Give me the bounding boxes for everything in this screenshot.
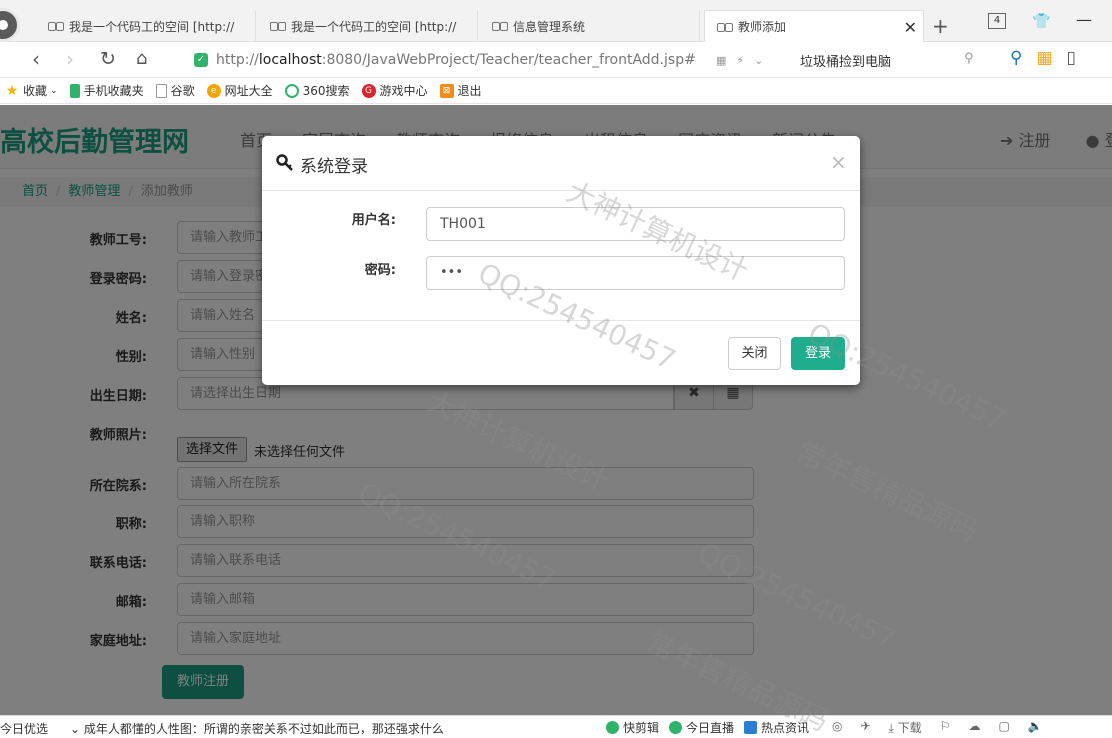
tab-title: 信息管理系统 — [513, 19, 586, 34]
search-icon[interactable]: ⚲ — [964, 51, 974, 66]
username-row: 用户名: TH001 — [262, 207, 860, 241]
secure-shield-icon: ✓ — [194, 53, 208, 67]
key-icon — [276, 154, 293, 171]
mobile-icon[interactable]: ▯ — [1067, 48, 1076, 68]
back-icon[interactable]: ‹ — [32, 48, 40, 70]
address-tools-icons[interactable]: ▦⚡⌄ — [716, 54, 773, 67]
tab-close-icon[interactable]: ✕ — [904, 18, 917, 37]
phone-icon — [69, 83, 80, 98]
status-hot-news[interactable]: 热点资讯 — [744, 719, 809, 736]
bookmark-exit[interactable]: ⊠ 退出 — [439, 82, 482, 99]
username-label: 用户名: — [351, 213, 396, 228]
tab-favicon-icon — [48, 21, 64, 31]
bookmark-favorites[interactable]: ★ 收藏 ⌄ — [5, 82, 58, 99]
skin-shirt-icon[interactable]: 👕 — [1032, 12, 1051, 30]
password-field[interactable]: ••• — [426, 256, 845, 290]
home-icon[interactable]: ⌂ — [136, 48, 147, 70]
bookmark-sites[interactable]: e 网址大全 — [206, 82, 273, 99]
pin-icon[interactable]: ✈ — [860, 719, 870, 736]
exit-icon: ⊠ — [439, 83, 454, 98]
password-row: 密码: ••• — [262, 256, 860, 290]
window-icon[interactable]: ▢ — [998, 719, 1009, 736]
browser-tab-3[interactable]: 信息管理系统 — [480, 10, 700, 42]
play-icon — [606, 721, 619, 734]
url-prefix: http:// — [216, 52, 259, 68]
today-pick[interactable]: 今日优选 — [0, 720, 48, 737]
username-input[interactable]: TH001 — [426, 207, 845, 241]
modal-title: 系统登录 — [300, 157, 368, 177]
bookmark-mobile[interactable]: 手机收藏夹 — [69, 82, 144, 99]
tab-count-badge[interactable]: 4 — [988, 13, 1006, 29]
browser-tab-bar: 我是一个代码工的空间 [http:// 我是一个代码工的空间 [http:// … — [0, 0, 1112, 42]
tab-favicon-icon — [492, 21, 508, 31]
globe-icon: e — [206, 83, 221, 98]
url-input[interactable]: ✓ http://localhost:8080/JavaWebProject/T… — [186, 48, 698, 72]
search-360-icon — [284, 83, 299, 98]
status-quick-edit[interactable]: 快剪辑 — [606, 719, 659, 736]
address-bar: ‹ › ↻ ⌂ ✓ http://localhost:8080/JavaWebP… — [0, 42, 1112, 78]
flag-icon[interactable]: ⚐ — [940, 719, 951, 736]
speed-icon[interactable]: ◎ — [832, 719, 842, 736]
minimize-icon[interactable]: — — [1076, 10, 1092, 29]
star-icon: ★ — [5, 82, 19, 99]
forward-icon[interactable]: › — [66, 48, 74, 70]
modal-header: 系统登录 × — [262, 136, 860, 191]
tab-favicon-icon — [717, 22, 733, 32]
tab-title: 教师添加 — [738, 20, 787, 34]
status-items: 快剪辑 今日直播 热点资讯 — [606, 719, 809, 736]
password-label: 密码: — [364, 263, 396, 278]
close-button[interactable]: 关闭 — [728, 337, 781, 370]
status-tools: ◎ ✈ ⤓ 下载 ⚐ ☁ ▢ 🔈 — [832, 719, 1043, 736]
bookmark-google[interactable]: 谷歌 — [155, 82, 195, 99]
tab-title: 我是一个代码工的空间 [http:// — [291, 19, 457, 34]
search-suggestion[interactable]: 垃圾桶捡到电脑 — [800, 51, 891, 70]
reload-icon[interactable]: ↻ — [100, 48, 116, 70]
browser-tab-1[interactable]: 我是一个代码工的空间 [http:// — [36, 10, 256, 42]
search-engine-icon[interactable]: ⚲ — [1010, 48, 1022, 68]
browser-right-tools: ⚲ ▦ ▯ — [1010, 48, 1076, 68]
bookmark-360search[interactable]: 360搜索 — [284, 82, 350, 99]
browser-tab-active[interactable]: 教师添加 ✕ — [704, 10, 924, 42]
status-live[interactable]: 今日直播 — [669, 719, 734, 736]
news-ticker[interactable]: ⌄ 成年人都懂的人性图：所谓的亲密关系不过如此而已，那还强求什么 — [70, 720, 444, 737]
modal-footer: 关闭 登录 — [262, 320, 860, 385]
page-icon — [155, 83, 167, 98]
new-tab-icon[interactable]: + — [932, 14, 949, 38]
tab-favicon-icon — [270, 21, 286, 31]
browser-status-bar: 今日优选 ⌄ 成年人都懂的人性图：所谓的亲密关系不过如此而已，那还强求什么 快剪… — [0, 715, 1112, 738]
browser-tab-2[interactable]: 我是一个代码工的空间 [http:// — [258, 10, 478, 42]
cloud-icon[interactable]: ☁ — [968, 719, 980, 736]
tab-title: 我是一个代码工的空间 [http:// — [69, 19, 235, 34]
login-button[interactable]: 登录 — [791, 337, 845, 370]
apps-grid-icon[interactable]: ▦ — [1036, 48, 1052, 68]
close-icon[interactable]: × — [830, 150, 847, 174]
bookmarks-bar: ★ 收藏 ⌄ 手机收藏夹 谷歌 e 网址大全 360搜索 G 游戏中心 ⊠ 退出 — [0, 78, 1112, 104]
bookmark-games[interactable]: G 游戏中心 — [361, 82, 428, 99]
game-icon: G — [361, 83, 376, 98]
login-modal: 系统登录 × 用户名: TH001 密码: ••• 关闭 登录 — [262, 136, 860, 385]
chevron-down-icon: ⌄ — [50, 85, 58, 96]
play-icon — [669, 721, 683, 734]
url-path: :8080/JavaWebProject/Teacher/teacher_fro… — [321, 52, 696, 68]
browser-logo-icon[interactable] — [0, 8, 20, 42]
volume-icon[interactable]: 🔈 — [1028, 719, 1043, 736]
download-button[interactable]: ⤓ 下载 — [889, 719, 922, 736]
url-host: localhost — [258, 52, 322, 68]
chevron-down-icon: ⌄ — [70, 722, 81, 736]
news-icon — [744, 721, 758, 734]
